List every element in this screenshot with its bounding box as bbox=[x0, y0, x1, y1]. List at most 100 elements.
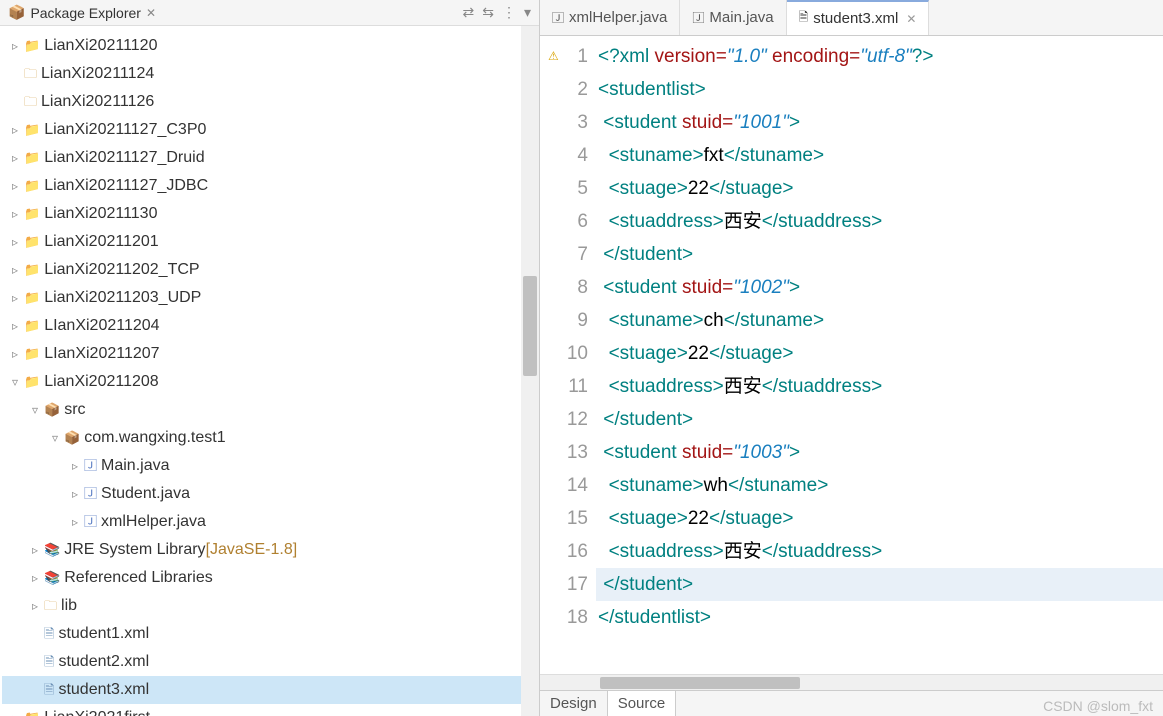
tree-item-suffix: [JavaSE-1.8] bbox=[206, 538, 298, 562]
code-line[interactable]: </student> bbox=[596, 238, 1163, 271]
source-tab[interactable]: Source bbox=[608, 691, 677, 716]
hscroll-thumb[interactable] bbox=[600, 677, 800, 689]
tree-item-label: lib bbox=[61, 594, 77, 618]
tree-item[interactable]: ▹📁LianXi20211120 bbox=[2, 32, 537, 60]
code-line[interactable]: <stuage>22</stuage> bbox=[596, 337, 1163, 370]
tree-item[interactable]: ▹📁LianXi20211202_TCP bbox=[2, 256, 537, 284]
tree-item[interactable]: ▿📦src bbox=[2, 396, 537, 424]
twisty-icon[interactable]: ▹ bbox=[8, 202, 22, 226]
code-line[interactable]: <stuname>ch</stuname> bbox=[596, 304, 1163, 337]
tree-item[interactable]: 🗎student2.xml bbox=[2, 648, 537, 676]
close-view-icon[interactable]: ✕ bbox=[146, 6, 156, 20]
tree-item[interactable]: ▹📁LianXi20211127_JDBC bbox=[2, 172, 537, 200]
code-line[interactable]: <?xml version="1.0" encoding="utf-8"?> bbox=[596, 40, 1163, 73]
line-number: 17 bbox=[544, 568, 588, 601]
proj-icon: 📁 bbox=[24, 342, 40, 366]
tree-item[interactable]: ▿📁LianXi20211208 bbox=[2, 368, 537, 396]
pkg-icon: 📦 bbox=[44, 398, 60, 422]
twisty-icon[interactable]: ▹ bbox=[8, 706, 22, 716]
tree-item[interactable]: ▹📁LIanXi20211204 bbox=[2, 312, 537, 340]
code-line[interactable]: <stuname>fxt</stuname> bbox=[596, 139, 1163, 172]
line-number: 9 bbox=[544, 304, 588, 337]
tree-item[interactable]: 🗎student1.xml bbox=[2, 620, 537, 648]
twisty-icon[interactable]: ▹ bbox=[28, 538, 42, 562]
twisty-icon[interactable]: ▹ bbox=[8, 174, 22, 198]
code-line[interactable]: <stuaddress>西安</stuaddress> bbox=[596, 370, 1163, 403]
collapse-all-icon[interactable]: ⇄ bbox=[463, 4, 475, 21]
tree-item[interactable]: ▹📁LianXi20211127_Druid bbox=[2, 144, 537, 172]
tree-item[interactable]: ▹📁LianXi20211201 bbox=[2, 228, 537, 256]
code-line[interactable]: <studentlist> bbox=[596, 73, 1163, 106]
twisty-icon[interactable]: ▹ bbox=[28, 566, 42, 590]
code-line[interactable]: </student> bbox=[596, 403, 1163, 436]
twisty-icon[interactable]: ▿ bbox=[8, 370, 22, 394]
twisty-icon[interactable]: ▹ bbox=[8, 146, 22, 170]
tree-item[interactable]: ▹📁LianXi2021first bbox=[2, 704, 537, 716]
twisty-icon[interactable]: ▹ bbox=[8, 118, 22, 142]
code-line[interactable]: <stuage>22</stuage> bbox=[596, 172, 1163, 205]
tree-item[interactable]: 🗀LianXi20211126 bbox=[2, 88, 537, 116]
line-number: 11 bbox=[544, 370, 588, 403]
line-number: 4 bbox=[544, 139, 588, 172]
twisty-icon[interactable]: ▹ bbox=[8, 342, 22, 366]
java-icon: 🄹 bbox=[84, 454, 97, 478]
tree-item[interactable]: ▹📁LIanXi20211207 bbox=[2, 340, 537, 368]
tree-item[interactable]: ▹📁LianXi20211130 bbox=[2, 200, 537, 228]
tree-item-label: LianXi20211203_UDP bbox=[44, 286, 201, 310]
code-line[interactable]: <stuaddress>西安</stuaddress> bbox=[596, 205, 1163, 238]
twisty-icon[interactable]: ▿ bbox=[48, 426, 62, 450]
horizontal-scrollbar[interactable] bbox=[540, 674, 1163, 690]
tree-item[interactable]: ▹📚JRE System Library [JavaSE-1.8] bbox=[2, 536, 537, 564]
code-line[interactable]: <stuname>wh</stuname> bbox=[596, 469, 1163, 502]
editor-tab[interactable]: 🄹Main.java bbox=[680, 0, 786, 35]
tree-item[interactable]: ▹🄹Main.java bbox=[2, 452, 537, 480]
project-tree[interactable]: ▹📁LianXi20211120🗀LianXi20211124🗀LianXi20… bbox=[0, 26, 539, 716]
tree-item-label: LianXi20211127_Druid bbox=[44, 146, 204, 170]
line-number: 18 bbox=[544, 601, 588, 634]
java-icon: 🄹 bbox=[84, 482, 97, 506]
tree-item[interactable]: 🗎student3.xml bbox=[2, 676, 537, 704]
twisty-icon[interactable]: ▹ bbox=[8, 34, 22, 58]
proj-icon: 📁 bbox=[24, 370, 40, 394]
line-number: 14 bbox=[544, 469, 588, 502]
code-area[interactable]: <?xml version="1.0" encoding="utf-8"?><s… bbox=[596, 36, 1163, 674]
link-editor-icon[interactable]: ⇆ bbox=[482, 4, 494, 21]
tree-item[interactable]: ▹🄹Student.java bbox=[2, 480, 537, 508]
tree-item[interactable]: ▿📦com.wangxing.test1 bbox=[2, 424, 537, 452]
code-line[interactable]: <student stuid="1002"> bbox=[596, 271, 1163, 304]
twisty-icon[interactable]: ▹ bbox=[8, 230, 22, 254]
proj-icon: 📁 bbox=[24, 174, 40, 198]
code-line[interactable]: <stuage>22</stuage> bbox=[596, 502, 1163, 535]
view-menu-icon[interactable]: ⋮ bbox=[502, 4, 516, 21]
code-line[interactable]: <student stuid="1001"> bbox=[596, 106, 1163, 139]
editor-tab[interactable]: 🄹xmlHelper.java bbox=[540, 0, 680, 35]
twisty-icon[interactable]: ▹ bbox=[68, 454, 82, 478]
tree-item[interactable]: 🗀LianXi20211124 bbox=[2, 60, 537, 88]
twisty-icon[interactable]: ▿ bbox=[28, 398, 42, 422]
code-line[interactable]: <stuaddress>西安</stuaddress> bbox=[596, 535, 1163, 568]
code-line[interactable]: <student stuid="1003"> bbox=[596, 436, 1163, 469]
lib-icon: 📚 bbox=[44, 538, 60, 562]
tree-scrollbar[interactable] bbox=[521, 26, 539, 716]
tree-item[interactable]: ▹📁LianXi20211127_C3P0 bbox=[2, 116, 537, 144]
tree-item[interactable]: ▹🗀lib bbox=[2, 592, 537, 620]
tree-item[interactable]: ▹🄹xmlHelper.java bbox=[2, 508, 537, 536]
twisty-icon[interactable]: ▹ bbox=[8, 314, 22, 338]
tab-close-icon[interactable]: ✕ bbox=[906, 12, 916, 26]
code-line[interactable]: </student> bbox=[596, 568, 1163, 601]
editor-tab[interactable]: 🗎student3.xml✕ bbox=[787, 0, 930, 35]
minimize-icon[interactable]: ▾ bbox=[524, 4, 531, 21]
twisty-icon[interactable]: ▹ bbox=[68, 510, 82, 534]
twisty-icon[interactable]: ▹ bbox=[68, 482, 82, 506]
design-tab[interactable]: Design bbox=[540, 691, 608, 716]
code-editor[interactable]: ⚠123456789101112131415161718 <?xml versi… bbox=[540, 36, 1163, 674]
twisty-icon[interactable]: ▹ bbox=[28, 594, 42, 618]
tree-scroll-thumb[interactable] bbox=[523, 276, 537, 376]
tree-item-label: LianXi20211127_C3P0 bbox=[44, 118, 206, 142]
tree-item[interactable]: ▹📚Referenced Libraries bbox=[2, 564, 537, 592]
code-line[interactable]: </studentlist> bbox=[596, 601, 1163, 634]
tree-item[interactable]: ▹📁LianXi20211203_UDP bbox=[2, 284, 537, 312]
twisty-icon[interactable]: ▹ bbox=[8, 258, 22, 282]
fold-icon: 🗀 bbox=[44, 594, 57, 618]
twisty-icon[interactable]: ▹ bbox=[8, 286, 22, 310]
